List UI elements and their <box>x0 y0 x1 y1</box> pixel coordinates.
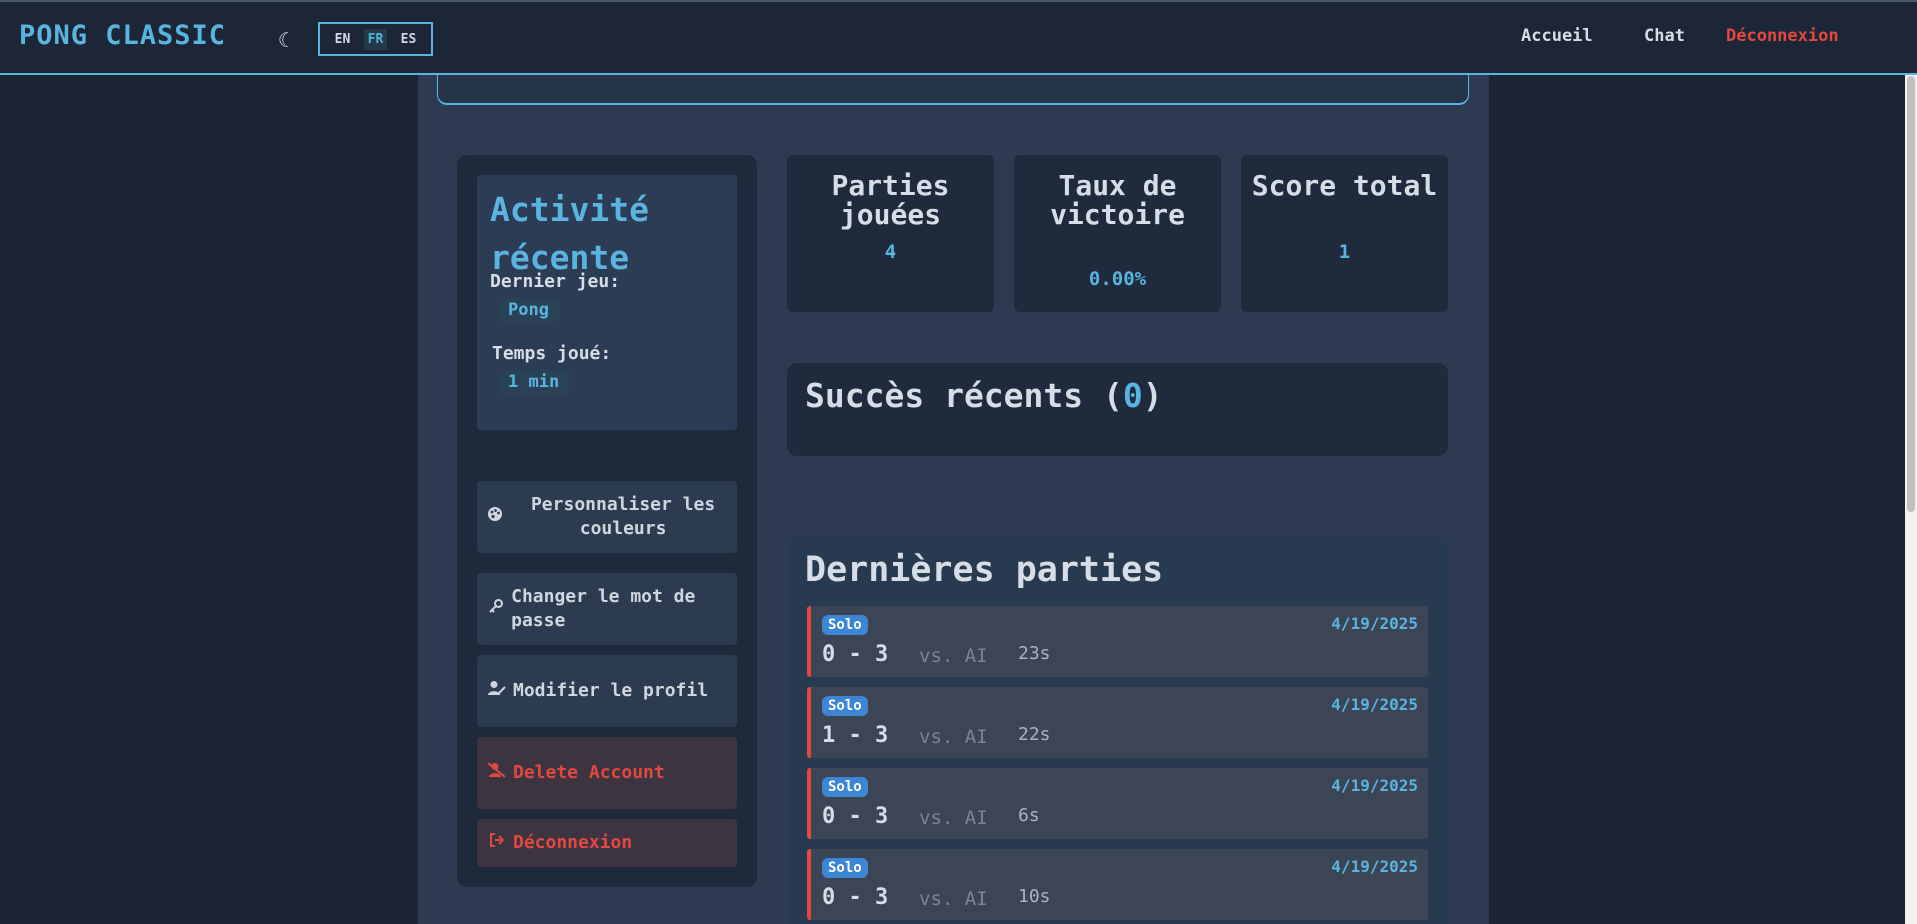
game-opponent: vs. AI <box>919 726 988 748</box>
stat-value: 1 <box>1338 241 1351 263</box>
game-opponent: vs. AI <box>919 888 988 910</box>
language-switcher[interactable]: EN FR ES <box>318 22 433 56</box>
game-opponent: vs. AI <box>919 807 988 829</box>
profile-header-card <box>437 75 1469 105</box>
mode-badge: Solo <box>822 777 868 797</box>
nav-home-link[interactable]: Accueil <box>1521 26 1593 46</box>
stat-card-total-score: Score total 1 <box>1241 155 1448 312</box>
game-row[interactable]: Solo 4/19/2025 0 - 3 vs. AI 10s <box>807 849 1428 920</box>
stat-value: 0.00% <box>1088 268 1147 290</box>
sidebar-logout-label: Déconnexion <box>513 832 633 853</box>
game-duration: 23s <box>1018 643 1051 664</box>
game-date: 4/19/2025 <box>1331 614 1418 633</box>
achievements-title-text: Succès récents ( <box>805 376 1123 415</box>
lang-es[interactable]: ES <box>397 29 421 50</box>
palette-icon <box>487 505 503 529</box>
game-date: 4/19/2025 <box>1331 695 1418 714</box>
game-date: 4/19/2025 <box>1331 776 1418 795</box>
game-row[interactable]: Solo 4/19/2025 0 - 3 vs. AI 6s <box>807 768 1428 839</box>
delete-account-button[interactable]: Delete Account <box>477 737 737 809</box>
achievements-count: 0 <box>1122 376 1143 415</box>
key-icon <box>487 597 505 621</box>
nav-chat-link[interactable]: Chat <box>1644 26 1685 46</box>
delete-account-label: Delete Account <box>513 762 665 783</box>
stat-label: Taux de victoire <box>1050 169 1185 231</box>
stat-label: Score total <box>1251 169 1438 202</box>
mode-badge: Solo <box>822 858 868 878</box>
edit-profile-label: Modifier le profil <box>513 680 709 701</box>
top-navbar: PONG CLASSIC ☾ EN FR ES Accueil Chat Déc… <box>0 0 1917 75</box>
achievements-title-close: ) <box>1142 376 1163 415</box>
edit-profile-button[interactable]: Modifier le profil <box>477 655 737 727</box>
customize-colors-label: Personnaliser les couleurs <box>530 494 716 539</box>
change-password-button[interactable]: Changer le mot de passe <box>477 573 737 645</box>
lang-fr[interactable]: FR <box>363 28 388 50</box>
time-played-label: Temps joué: <box>492 343 612 364</box>
last-game-value: Pong <box>498 298 559 322</box>
lang-en[interactable]: EN <box>331 29 355 50</box>
game-opponent: vs. AI <box>919 645 988 667</box>
scrollbar-thumb[interactable] <box>1907 76 1915 512</box>
stat-label: Parties jouées <box>831 169 950 231</box>
nav-logout-link[interactable]: Déconnexion <box>1726 26 1839 46</box>
game-date: 4/19/2025 <box>1331 857 1418 876</box>
game-row[interactable]: Solo 4/19/2025 0 - 3 vs. AI 23s <box>807 606 1428 677</box>
sign-out-icon <box>487 831 507 855</box>
last-game-label: Dernier jeu: <box>490 271 621 292</box>
game-score: 0 - 3 <box>822 885 889 910</box>
recent-activity-title: Activité récente <box>490 190 649 277</box>
time-played-value: 1 min <box>498 370 570 394</box>
sidebar-logout-button[interactable]: Déconnexion <box>477 819 737 867</box>
stat-value: 4 <box>884 241 897 263</box>
mode-badge: Solo <box>822 615 868 635</box>
brand-logo[interactable]: PONG CLASSIC <box>19 20 226 51</box>
user-edit-icon <box>487 679 507 703</box>
game-row[interactable]: Solo 4/19/2025 1 - 3 vs. AI 22s <box>807 687 1428 758</box>
stat-card-games-played: Parties jouées 4 <box>787 155 994 312</box>
game-duration: 10s <box>1018 886 1051 907</box>
mode-badge: Solo <box>822 696 868 716</box>
moon-icon[interactable]: ☾ <box>278 28 290 52</box>
game-score: 1 - 3 <box>822 723 889 748</box>
stat-card-win-rate: Taux de victoire 0.00% <box>1014 155 1221 312</box>
change-password-label: Changer le mot de passe <box>511 586 696 631</box>
game-score: 0 - 3 <box>822 804 889 829</box>
recent-games-title: Dernières parties <box>805 550 1164 590</box>
user-delete-icon <box>487 761 507 785</box>
game-score: 0 - 3 <box>822 642 889 667</box>
customize-colors-button[interactable]: Personnaliser les couleurs <box>477 481 737 553</box>
game-duration: 22s <box>1018 724 1051 745</box>
game-duration: 6s <box>1018 805 1040 826</box>
recent-achievements-title: Succès récents (0) <box>805 376 1163 415</box>
